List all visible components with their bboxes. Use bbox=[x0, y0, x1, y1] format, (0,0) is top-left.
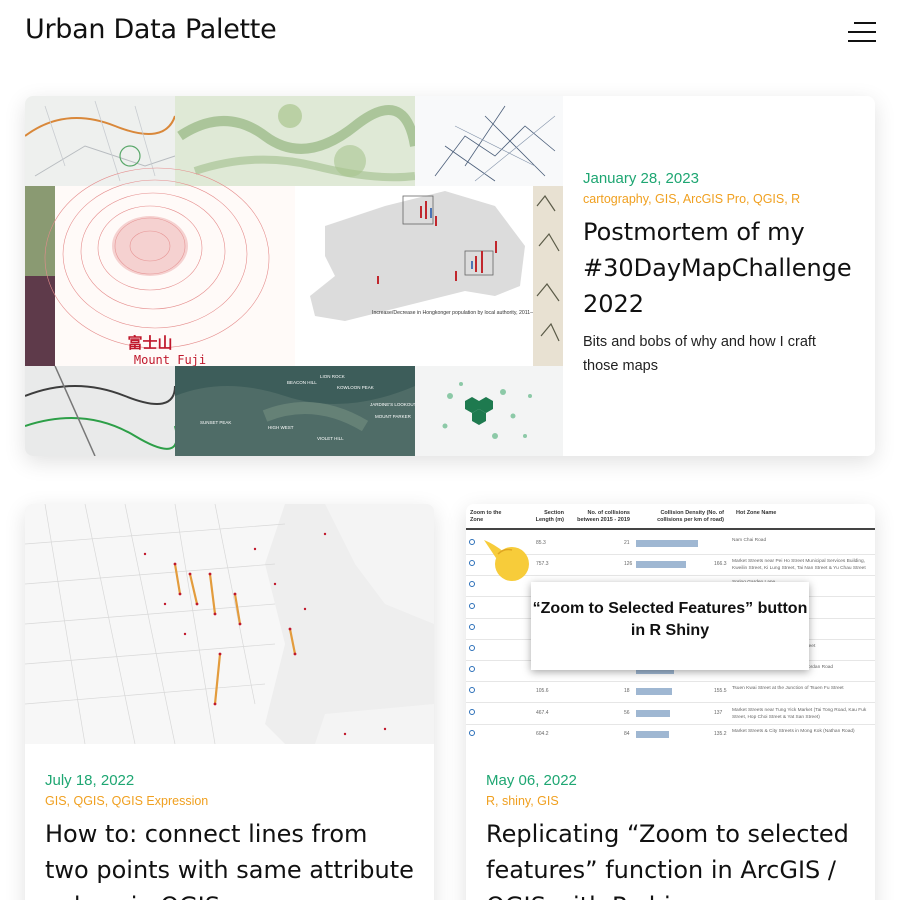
callout-box: “Zoom to Selected Features” button in R … bbox=[531, 582, 809, 670]
map-thumbnail-image bbox=[25, 504, 434, 744]
density-bar bbox=[636, 688, 672, 696]
uk-map-caption: Increase/Decrease in Hongkonger populati… bbox=[372, 310, 545, 316]
post-card[interactable]: July 18, 2022 GIS, QGIS, QGIS Expression… bbox=[25, 504, 434, 900]
zoom-icon[interactable] bbox=[469, 729, 475, 736]
post-text: January 28, 2023 cartography, GIS, ArcGI… bbox=[583, 170, 852, 378]
table-row: 604.2 84 135.2 Market Streets & City Street… bbox=[466, 723, 875, 744]
post-date: July 18, 2022 bbox=[45, 772, 135, 789]
map-collage-image: 富士山 Mount Fuji Increase/Decrease in Hong… bbox=[25, 96, 563, 456]
table-row: 467.4 56 137 Market Streets near Tung Yick … bbox=[466, 702, 875, 725]
collision-density: 166.3 bbox=[714, 561, 727, 568]
fuji-en-label: Mount Fuji bbox=[134, 353, 206, 367]
collision-count: 56 bbox=[624, 709, 630, 716]
column-header: Zoom to the Zone bbox=[470, 510, 502, 523]
peak-label: JARDINE'S LOOKOUT bbox=[370, 402, 417, 407]
peak-label: VIOLET HILL bbox=[317, 436, 344, 441]
density-bar bbox=[636, 709, 670, 717]
post-text: July 18, 2022 GIS, QGIS, QGIS Expression… bbox=[45, 772, 415, 900]
zoom-icon[interactable] bbox=[469, 623, 475, 630]
column-header: No. of collisions between 2015 - 2019 bbox=[577, 510, 630, 523]
column-header: Collision Density (No. of collisions per… bbox=[657, 510, 724, 523]
fuji-cn-label: 富士山 bbox=[127, 334, 172, 352]
section-length: 85.3 bbox=[536, 540, 546, 546]
zoom-icon[interactable] bbox=[469, 645, 475, 651]
post-thumbnail[interactable]: 富士山 Mount Fuji Increase/Decrease in Hong… bbox=[25, 96, 563, 456]
hot-zone-name: Tsuen Kwai Street at the Junction of Tsu… bbox=[732, 686, 844, 692]
peak-label: MOUNT PARKER bbox=[375, 414, 412, 419]
post-thumbnail[interactable] bbox=[25, 504, 434, 744]
peak-label: HIGH WEST bbox=[268, 425, 294, 430]
collision-density: 137 bbox=[714, 709, 723, 716]
density-bar bbox=[636, 730, 669, 738]
zoom-icon[interactable] bbox=[469, 687, 475, 694]
post-title[interactable]: Postmortem of my #30DayMapChallenge 2022 bbox=[583, 214, 852, 322]
column-header: Section Length (m) bbox=[535, 510, 564, 523]
post-title[interactable]: How to: connect lines from two points wi… bbox=[45, 816, 415, 900]
table-header: Zoom to the Zone Section Length (m) No. … bbox=[466, 504, 875, 530]
peak-label: LION ROCK bbox=[320, 374, 345, 379]
collision-count: 84 bbox=[624, 730, 630, 737]
post-tags[interactable]: GIS, QGIS, QGIS Expression bbox=[45, 794, 415, 808]
table-row: 105.6 18 155.5 Tsuen Kwai Street at the Jun… bbox=[466, 680, 875, 704]
post-date: January 28, 2023 bbox=[583, 170, 699, 187]
collision-count: 126 bbox=[624, 561, 633, 568]
hot-zone-name: Market Streets near Pei Ho Street Munici… bbox=[732, 559, 866, 572]
peak-label: KOWLOON PEAK bbox=[337, 385, 374, 390]
post-card[interactable]: Zoom to the Zone Section Length (m) No. … bbox=[466, 504, 875, 900]
zoom-icon[interactable] bbox=[469, 560, 475, 567]
post-excerpt: Bits and bobs of why and how I craft tho… bbox=[583, 334, 816, 374]
density-bar bbox=[636, 540, 698, 547]
site-header: Urban Data Palette bbox=[0, 0, 900, 70]
post-tags[interactable]: cartography, GIS, ArcGIS Pro, QGIS, R bbox=[583, 192, 843, 206]
column-header: Hot Zone Name bbox=[736, 510, 777, 516]
hamburger-menu-icon[interactable] bbox=[846, 20, 876, 44]
section-length: 105.6 bbox=[536, 688, 549, 695]
post-title[interactable]: Replicating “Zoom to selected features” … bbox=[486, 816, 856, 900]
section-length: 467.4 bbox=[536, 709, 549, 716]
peak-label: BEACON HILL bbox=[287, 380, 317, 385]
collision-density: 135.2 bbox=[714, 730, 727, 737]
hot-zone-name: Nam Chai Road bbox=[732, 538, 767, 543]
zoom-icon[interactable] bbox=[469, 539, 475, 545]
hot-zone-name: Market Streets near Tung Yick Market (Ta… bbox=[732, 707, 867, 720]
collision-density: 155.5 bbox=[714, 688, 727, 695]
featured-post-card[interactable]: 富士山 Mount Fuji Increase/Decrease in Hong… bbox=[25, 96, 875, 456]
density-bar bbox=[636, 561, 686, 569]
post-thumbnail[interactable]: Zoom to the Zone Section Length (m) No. … bbox=[466, 504, 875, 744]
collision-count: 18 bbox=[624, 688, 630, 695]
post-text: May 06, 2022 R, shiny, GIS Replicating “… bbox=[486, 772, 856, 900]
post-date: May 06, 2022 bbox=[486, 772, 577, 789]
peak-label: SUNSET PEAK bbox=[200, 420, 231, 425]
zoom-icon[interactable] bbox=[469, 581, 475, 588]
table-screenshot: Zoom to the Zone Section Length (m) No. … bbox=[466, 504, 875, 744]
zoom-icon[interactable] bbox=[469, 602, 475, 609]
post-tags[interactable]: R, shiny, GIS bbox=[486, 794, 856, 808]
collision-count: 21 bbox=[624, 540, 630, 546]
zoom-icon[interactable] bbox=[469, 666, 475, 673]
hot-zone-name: Market Streets & City Streets in Mong Ko… bbox=[732, 728, 855, 734]
section-length: 604.2 bbox=[536, 730, 549, 737]
section-length: 757.3 bbox=[536, 561, 549, 568]
zoom-icon[interactable] bbox=[469, 708, 475, 715]
pointing-hand-icon bbox=[484, 540, 529, 581]
site-title[interactable]: Urban Data Palette bbox=[25, 14, 277, 45]
